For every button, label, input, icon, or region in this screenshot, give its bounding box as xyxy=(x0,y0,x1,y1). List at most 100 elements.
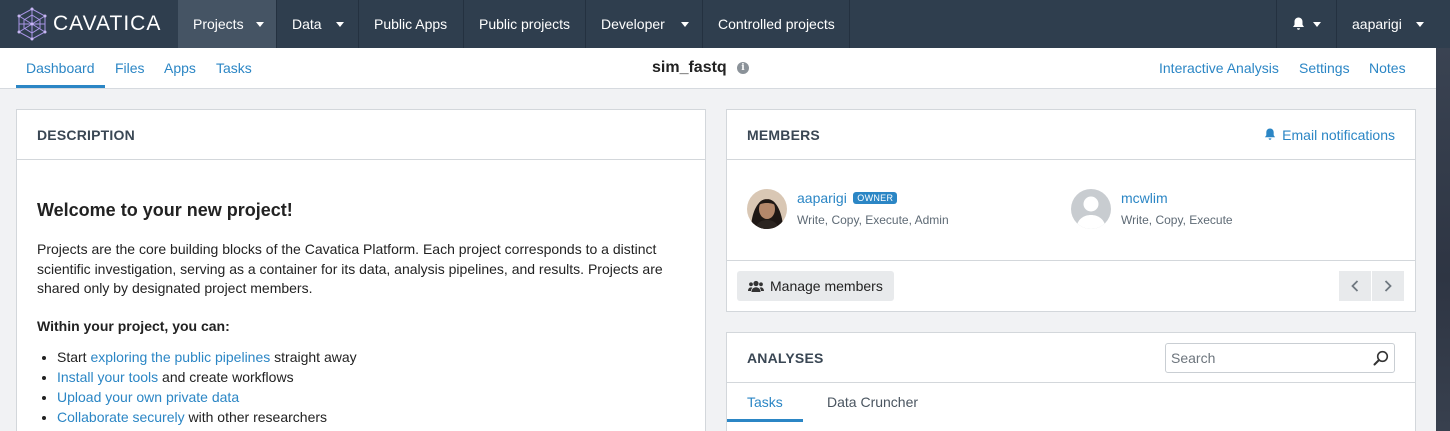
nav-data[interactable]: Data xyxy=(277,0,359,48)
member-permissions: Write, Copy, Execute, Admin xyxy=(797,213,949,227)
description-paragraph: Projects are the core building blocks of… xyxy=(37,241,663,296)
tab-data-cruncher[interactable]: Data Cruncher xyxy=(827,383,918,422)
prev-page-button[interactable] xyxy=(1339,271,1371,301)
analyses-title: ANALYSES xyxy=(747,349,824,366)
tab-tasks-label: Tasks xyxy=(216,60,252,76)
nav-developer[interactable]: Developer xyxy=(586,0,703,48)
description-body: Welcome to your new project! Projects ar… xyxy=(17,160,705,431)
members-title: MEMBERS xyxy=(747,126,820,143)
bullet-text: with other researchers xyxy=(184,408,328,425)
analyses-header: ANALYSES xyxy=(727,333,1415,383)
project-title: sim_fastq xyxy=(652,59,727,76)
member-info: aaparigi OWNER Write, Copy, Execute, Adm… xyxy=(797,190,949,227)
nav-projects-label: Projects xyxy=(193,16,244,32)
link-settings-label: Settings xyxy=(1299,60,1350,76)
nav-controlled-projects[interactable]: Controlled projects xyxy=(703,0,850,48)
background-edge xyxy=(1436,48,1450,431)
tab-apps-label: Apps xyxy=(164,60,196,76)
manage-members-button[interactable]: Manage members xyxy=(737,271,894,301)
bullet-text: straight away xyxy=(270,348,357,365)
user-name: aaparigi xyxy=(1352,16,1402,32)
next-page-button[interactable] xyxy=(1372,271,1404,301)
member-info: mcwlim Write, Copy, Execute xyxy=(1121,190,1233,227)
email-notifications-link[interactable]: Email notifications xyxy=(1264,127,1395,143)
chevron-down-icon xyxy=(255,21,264,27)
brand[interactable]: CAVATICA xyxy=(0,0,178,48)
chevron-right-icon xyxy=(1384,280,1392,292)
member-permissions: Write, Copy, Execute xyxy=(1121,213,1233,227)
analyses-tabs: Tasks Data Cruncher xyxy=(727,383,1415,423)
search-input[interactable] xyxy=(1171,349,1373,366)
top-navbar: CAVATICA Projects Data Public Apps Publi… xyxy=(0,0,1450,48)
members-header: MEMBERS Email notifications xyxy=(727,110,1415,160)
nav-right: aaparigi xyxy=(1276,0,1450,48)
link-notes-label: Notes xyxy=(1369,60,1406,76)
collaborate-link[interactable]: Collaborate securely xyxy=(57,409,185,425)
member-name[interactable]: aaparigi xyxy=(797,190,847,206)
list-item: Install your tools and create workflows xyxy=(57,367,685,387)
tab-analyses-tasks-label: Tasks xyxy=(747,394,783,410)
tab-data-cruncher-label: Data Cruncher xyxy=(827,394,919,410)
chevron-down-icon xyxy=(680,21,689,27)
nav-projects[interactable]: Projects xyxy=(178,0,277,48)
analyses-panel: ANALYSES Tasks Data Cruncher xyxy=(726,332,1416,431)
nav-data-label: Data xyxy=(292,16,322,32)
bell-icon xyxy=(1265,128,1276,140)
tab-analyses-tasks[interactable]: Tasks xyxy=(727,383,803,422)
tab-files[interactable]: Files xyxy=(115,48,145,88)
brand-name: CAVATICA xyxy=(53,12,162,35)
bullet-text: and create workflows xyxy=(158,368,294,385)
members-pager xyxy=(1339,271,1404,301)
tab-dashboard[interactable]: Dashboard xyxy=(16,48,105,88)
users-icon xyxy=(748,280,764,292)
link-interactive-analysis[interactable]: Interactive Analysis xyxy=(1159,48,1279,88)
notifications-menu[interactable] xyxy=(1276,0,1336,48)
description-header: DESCRIPTION xyxy=(17,110,705,160)
tab-files-label: Files xyxy=(115,60,145,76)
link-settings[interactable]: Settings xyxy=(1299,48,1350,88)
description-title: DESCRIPTION xyxy=(37,126,135,143)
chevron-left-icon xyxy=(1351,280,1359,292)
nav-public-projects[interactable]: Public projects xyxy=(464,0,586,48)
link-interactive-analysis-label: Interactive Analysis xyxy=(1159,60,1279,76)
list-item: Collaborate securely with other research… xyxy=(57,407,685,427)
members-list: aaparigi OWNER Write, Copy, Execute, Adm… xyxy=(727,160,1415,261)
nav-public-projects-label: Public projects xyxy=(479,16,571,32)
manage-members-label: Manage members xyxy=(770,278,883,294)
exploring-pipelines-link[interactable]: exploring the public pipelines xyxy=(90,349,270,365)
avatar[interactable] xyxy=(747,189,787,229)
cavatica-logo-icon xyxy=(17,7,47,41)
chevron-down-icon xyxy=(1415,21,1424,27)
tab-apps[interactable]: Apps xyxy=(164,48,196,88)
email-notifications-label: Email notifications xyxy=(1282,126,1395,143)
info-icon[interactable]: i xyxy=(737,62,749,74)
project-subnav: Dashboard Files Apps Tasks sim_fastq i I… xyxy=(0,48,1450,89)
within-heading: Within your project, you can: xyxy=(37,317,230,334)
list-item: Start exploring the public pipelines str… xyxy=(57,347,685,367)
owner-badge: OWNER xyxy=(853,192,898,204)
description-panel: DESCRIPTION Welcome to your new project!… xyxy=(16,109,706,431)
upload-data-link[interactable]: Upload your own private data xyxy=(57,389,239,405)
member-card: mcwlim Write, Copy, Execute xyxy=(1071,189,1233,229)
search-icon[interactable] xyxy=(1373,350,1389,366)
avatar[interactable] xyxy=(1071,189,1111,229)
capabilities-list: Start exploring the public pipelines str… xyxy=(37,347,685,427)
members-footer: Manage members xyxy=(727,261,1415,311)
nav-public-apps[interactable]: Public Apps xyxy=(359,0,464,48)
nav-developer-label: Developer xyxy=(601,16,665,32)
nav-public-apps-label: Public Apps xyxy=(374,16,448,32)
member-card: aaparigi OWNER Write, Copy, Execute, Adm… xyxy=(747,189,949,229)
link-notes[interactable]: Notes xyxy=(1369,48,1406,88)
members-panel: MEMBERS Email notifications aaparigi OWN… xyxy=(726,109,1416,312)
tab-dashboard-label: Dashboard xyxy=(26,60,95,76)
tab-tasks[interactable]: Tasks xyxy=(216,48,252,88)
bell-icon xyxy=(1293,17,1304,30)
user-menu[interactable]: aaparigi xyxy=(1336,0,1450,48)
member-name[interactable]: mcwlim xyxy=(1121,190,1168,206)
chevron-down-icon xyxy=(1313,21,1321,27)
install-tools-link[interactable]: Install your tools xyxy=(57,369,158,385)
nav-controlled-projects-label: Controlled projects xyxy=(718,16,835,32)
bullet-text: Start xyxy=(57,348,91,365)
welcome-heading: Welcome to your new project! xyxy=(37,200,293,220)
analyses-search xyxy=(1165,342,1395,373)
